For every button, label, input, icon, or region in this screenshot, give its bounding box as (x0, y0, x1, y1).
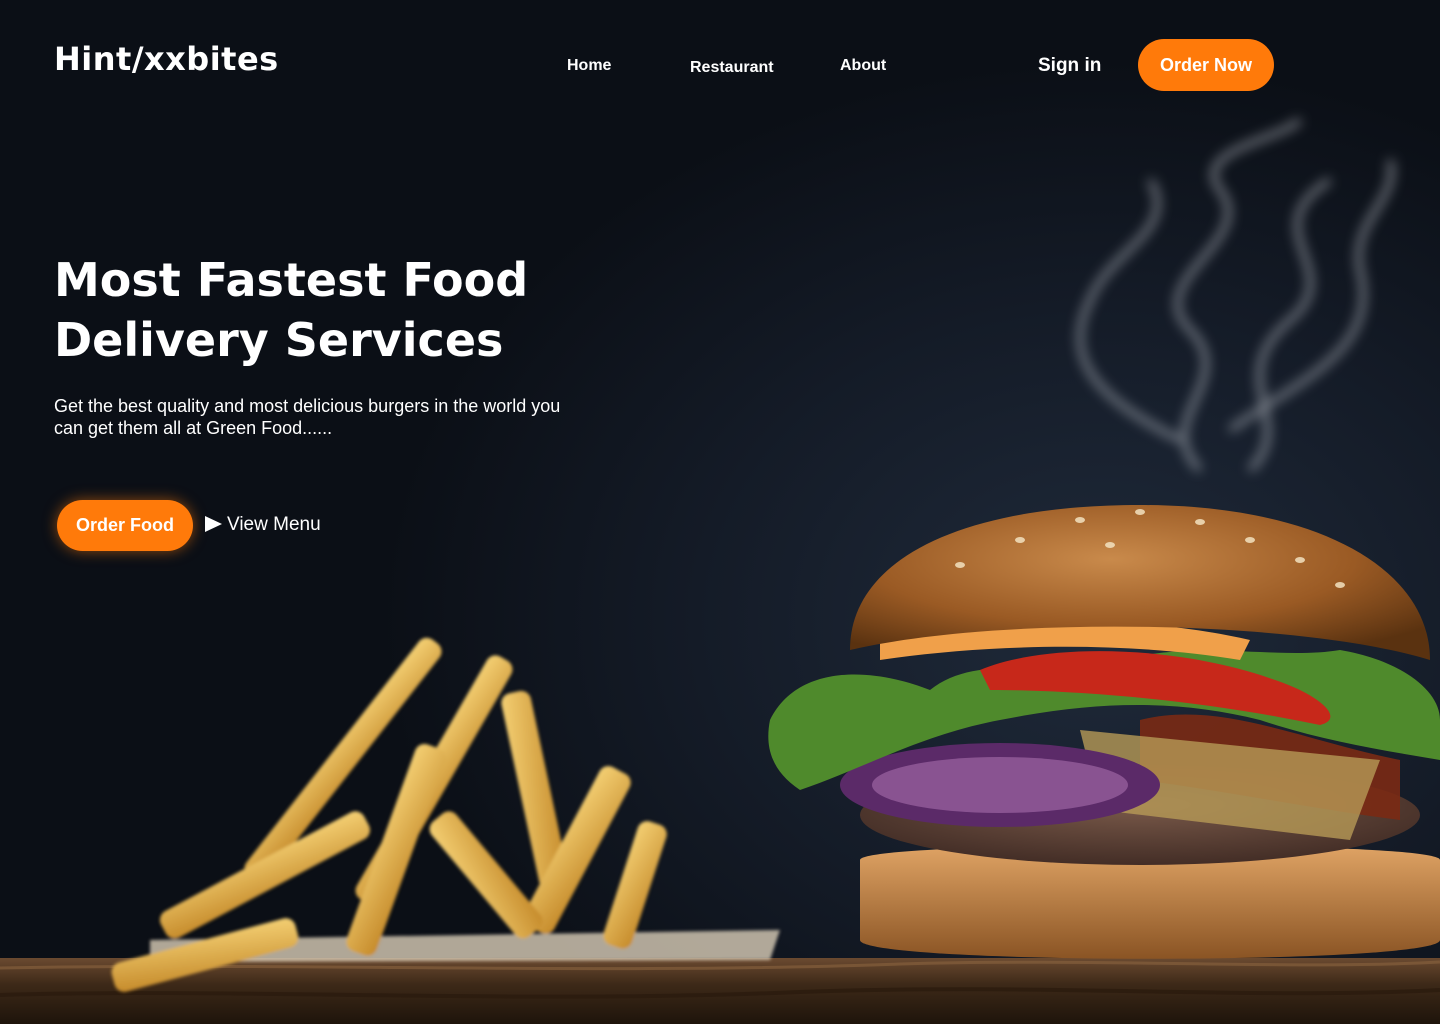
order-food-button[interactable]: Order Food (57, 500, 193, 551)
nav-link-about[interactable]: About (840, 57, 886, 75)
french-fries-image (111, 637, 780, 992)
nav-link-home[interactable]: Home (567, 57, 611, 75)
hero-artwork (0, 117, 1440, 1024)
view-menu-button[interactable]: View Menu (205, 514, 321, 536)
smoke-image (1077, 117, 1395, 473)
hero-section: Hint/xxbites Home Restaurant About Sign … (0, 0, 1440, 1024)
hero-subtext: Get the best quality and most delicious … (54, 396, 561, 438)
burger-image (768, 505, 1440, 959)
logo[interactable]: Hint/xxbites (54, 40, 279, 78)
nav-link-restaurant[interactable]: Restaurant (690, 59, 774, 77)
wooden-board-image (0, 958, 1440, 1024)
order-now-button[interactable]: Order Now (1138, 39, 1274, 91)
play-icon (205, 516, 222, 532)
view-menu-label: View Menu (227, 514, 321, 535)
sign-in-link[interactable]: Sign in (1038, 55, 1101, 77)
hero-headline: Most Fastest Food Delivery Services (54, 253, 529, 367)
